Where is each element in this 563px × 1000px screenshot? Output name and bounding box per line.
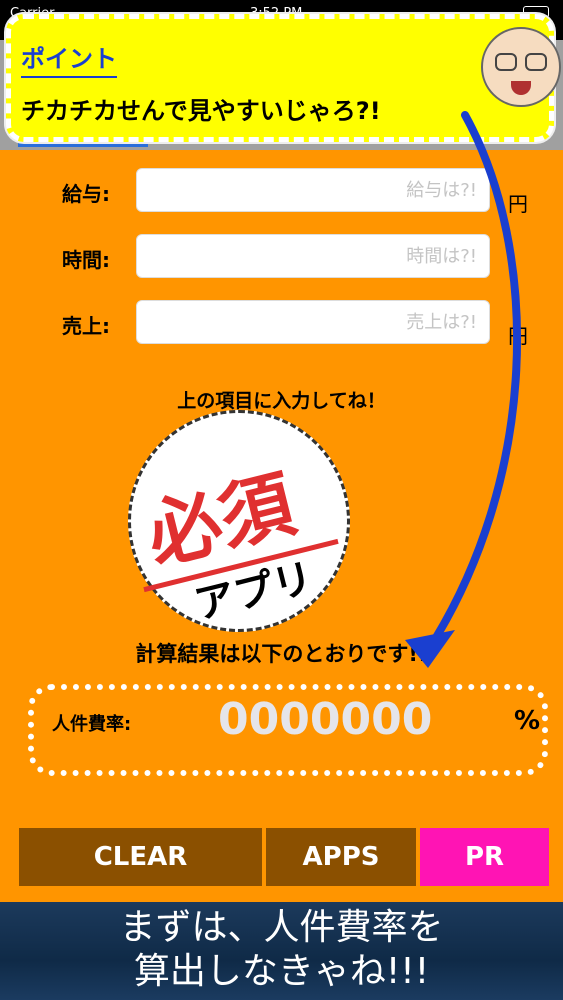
promo-banner: まずは、人件費率を 算出しなきゃね!!! [0, 902, 563, 1000]
callout-message: チカチカせんで見やすいじゃろ?! [21, 97, 381, 125]
banner-line-2: 算出しなきゃね!!! [133, 951, 430, 992]
sales-row: 売上: 円 [0, 300, 563, 348]
sales-input[interactable] [136, 300, 490, 344]
result-value: 0000000 [218, 694, 433, 745]
result-title: 計算結果は以下のとおりです!! [135, 642, 428, 666]
salary-input[interactable] [136, 168, 490, 212]
hours-input[interactable] [136, 234, 490, 278]
old-man-avatar-icon [481, 27, 561, 107]
clear-button[interactable]: CLEAR [19, 828, 262, 886]
pr-button[interactable]: PR [420, 828, 549, 886]
tutorial-callout: ポイント チカチカせんで見やすいじゃろ?! [6, 14, 561, 142]
result-box: 人件費率: 0000000 % [28, 684, 548, 776]
hours-row: 時間: [0, 234, 563, 280]
hours-label: 時間: [62, 248, 110, 272]
sales-unit: 円 [508, 324, 528, 348]
salary-label: 給与: [62, 182, 110, 206]
banner-line-1: まずは、人件費率を [119, 907, 444, 948]
apps-button[interactable]: APPS [266, 828, 416, 886]
result-unit: % [514, 706, 541, 736]
sales-label: 売上: [62, 314, 110, 338]
input-hint: 上の項目に入力してね！ [177, 390, 386, 412]
salary-unit: 円 [508, 192, 528, 216]
callout-heading: ポイント [21, 39, 117, 78]
salary-row: 給与: 円 [0, 168, 563, 216]
result-label: 人件費率: [52, 714, 132, 735]
required-app-stamp: 必須 アプリ [128, 410, 350, 632]
